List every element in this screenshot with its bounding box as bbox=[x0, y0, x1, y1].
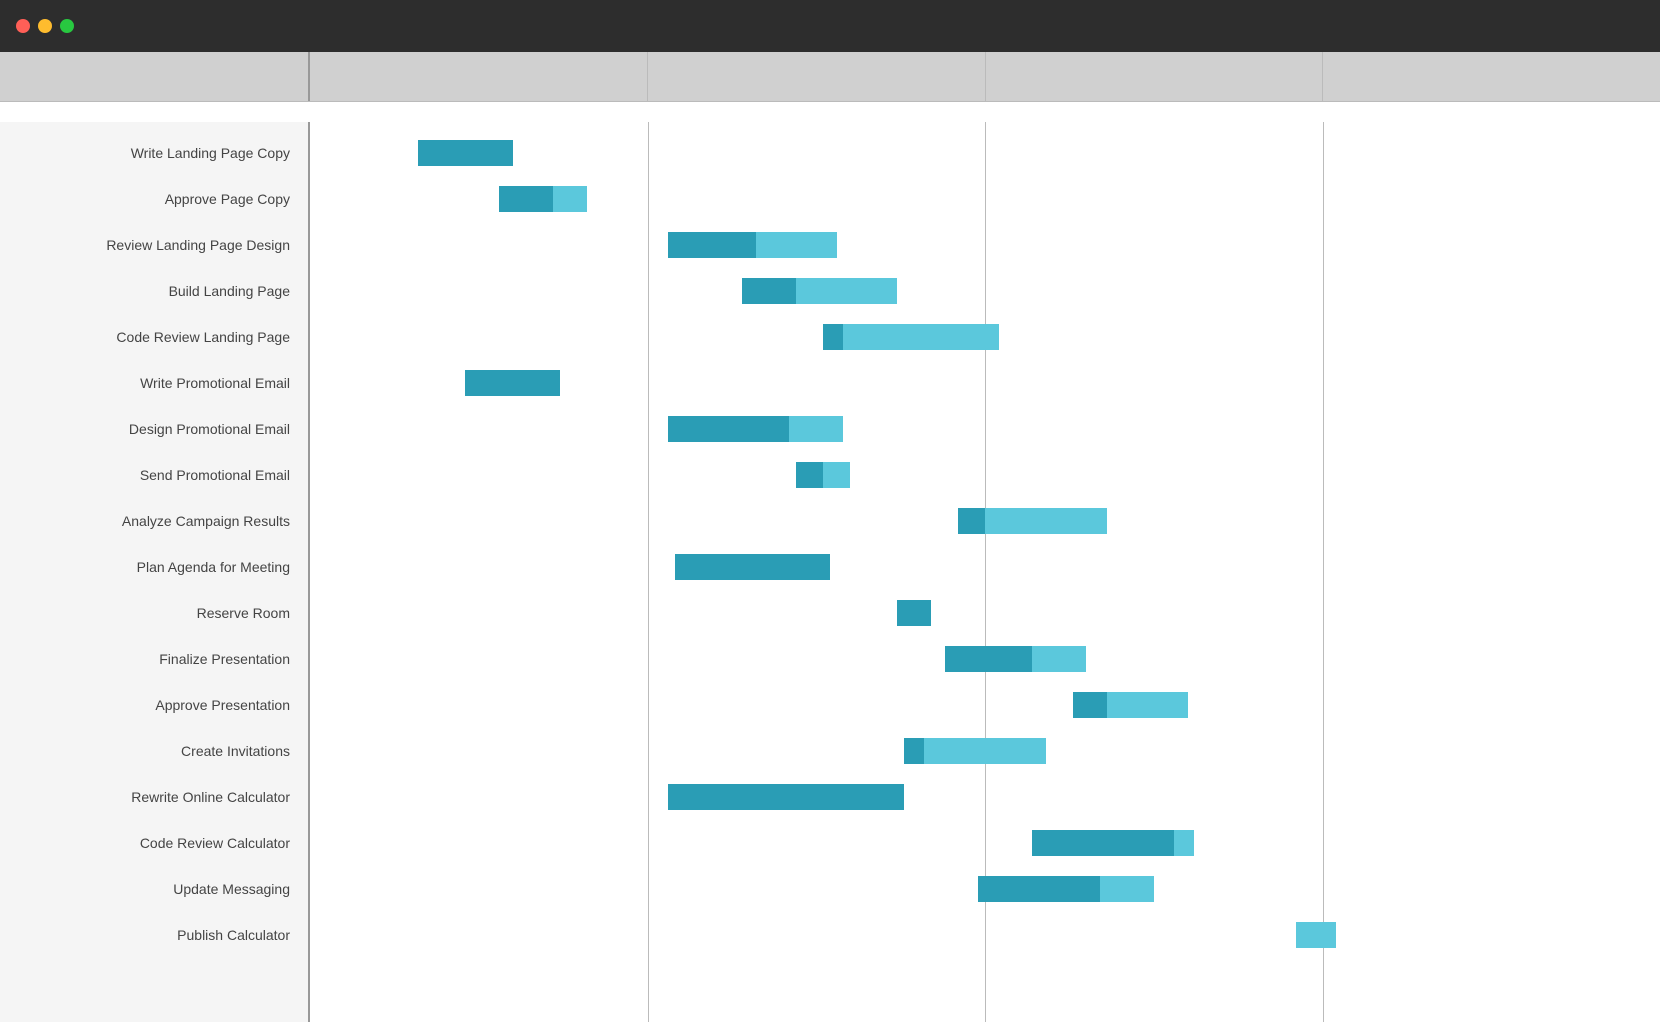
bar-light-12 bbox=[1107, 692, 1188, 718]
bar-dark-0 bbox=[418, 140, 513, 166]
bar-dark-13 bbox=[904, 738, 924, 764]
title-bar bbox=[0, 0, 1660, 52]
minimize-button[interactable] bbox=[38, 19, 52, 33]
task-label-10: Reserve Room bbox=[0, 590, 308, 636]
bar-dark-9 bbox=[675, 554, 830, 580]
task-label-12: Approve Presentation bbox=[0, 682, 308, 728]
bar-dark-10 bbox=[897, 600, 931, 626]
bar-dark-8 bbox=[958, 508, 985, 534]
bar-light-13 bbox=[924, 738, 1046, 764]
bar-dark-5 bbox=[465, 370, 560, 396]
bar-light-6 bbox=[789, 416, 843, 442]
task-label-4: Code Review Landing Page bbox=[0, 314, 308, 360]
task-row-15 bbox=[310, 820, 1660, 866]
task-row-13 bbox=[310, 728, 1660, 774]
bar-light-16 bbox=[1100, 876, 1154, 902]
task-label-11: Finalize Presentation bbox=[0, 636, 308, 682]
task-row-2 bbox=[310, 222, 1660, 268]
bar-dark-11 bbox=[945, 646, 1033, 672]
bar-light-8 bbox=[985, 508, 1107, 534]
bar-dark-15 bbox=[1032, 830, 1174, 856]
task-label-6: Design Promotional Email bbox=[0, 406, 308, 452]
task-label-2: Review Landing Page Design bbox=[0, 222, 308, 268]
task-label-15: Code Review Calculator bbox=[0, 820, 308, 866]
bar-dark-6 bbox=[668, 416, 790, 442]
chart-area: Write Landing Page CopyApprove Page Copy… bbox=[0, 122, 1660, 1022]
task-label-3: Build Landing Page bbox=[0, 268, 308, 314]
week-1-header bbox=[310, 52, 648, 101]
task-label-0: Write Landing Page Copy bbox=[0, 130, 308, 176]
bar-dark-2 bbox=[668, 232, 756, 258]
task-row-10 bbox=[310, 590, 1660, 636]
task-label-1: Approve Page Copy bbox=[0, 176, 308, 222]
week-headers bbox=[310, 52, 1660, 102]
task-row-14 bbox=[310, 774, 1660, 820]
app-content: Write Landing Page CopyApprove Page Copy… bbox=[0, 52, 1660, 1022]
bar-light-3 bbox=[796, 278, 897, 304]
task-row-8 bbox=[310, 498, 1660, 544]
gantt-grid bbox=[310, 122, 1660, 1022]
bar-dark-16 bbox=[978, 876, 1100, 902]
week-2-header bbox=[648, 52, 986, 101]
bar-dark-7 bbox=[796, 462, 823, 488]
bar-dark-12 bbox=[1073, 692, 1107, 718]
task-label-17: Publish Calculator bbox=[0, 912, 308, 958]
task-row-1 bbox=[310, 176, 1660, 222]
task-row-4 bbox=[310, 314, 1660, 360]
week-3-header bbox=[986, 52, 1324, 101]
bar-light-7 bbox=[823, 462, 850, 488]
task-row-9 bbox=[310, 544, 1660, 590]
task-row-12 bbox=[310, 682, 1660, 728]
bar-light-4 bbox=[843, 324, 998, 350]
task-label-7: Send Promotional Email bbox=[0, 452, 308, 498]
task-label-5: Write Promotional Email bbox=[0, 360, 308, 406]
task-row-11 bbox=[310, 636, 1660, 682]
bar-light-11 bbox=[1032, 646, 1086, 672]
task-row-3 bbox=[310, 268, 1660, 314]
bar-light-17 bbox=[1296, 922, 1337, 948]
task-label-14: Rewrite Online Calculator bbox=[0, 774, 308, 820]
task-row-6 bbox=[310, 406, 1660, 452]
task-label-13: Create Invitations bbox=[0, 728, 308, 774]
task-row-17 bbox=[310, 912, 1660, 958]
task-row-16 bbox=[310, 866, 1660, 912]
bar-dark-4 bbox=[823, 324, 843, 350]
bar-dark-1 bbox=[499, 186, 553, 212]
bar-dark-3 bbox=[742, 278, 796, 304]
close-button[interactable] bbox=[16, 19, 30, 33]
bar-light-2 bbox=[756, 232, 837, 258]
task-row-0 bbox=[310, 130, 1660, 176]
task-row-5 bbox=[310, 360, 1660, 406]
bar-light-15 bbox=[1174, 830, 1194, 856]
maximize-button[interactable] bbox=[60, 19, 74, 33]
task-row-7 bbox=[310, 452, 1660, 498]
week-4-header bbox=[1323, 52, 1660, 101]
task-labels: Write Landing Page CopyApprove Page Copy… bbox=[0, 122, 310, 1022]
bar-dark-14 bbox=[668, 784, 904, 810]
task-label-16: Update Messaging bbox=[0, 866, 308, 912]
task-label-9: Plan Agenda for Meeting bbox=[0, 544, 308, 590]
task-label-8: Analyze Campaign Results bbox=[0, 498, 308, 544]
bar-light-1 bbox=[553, 186, 587, 212]
